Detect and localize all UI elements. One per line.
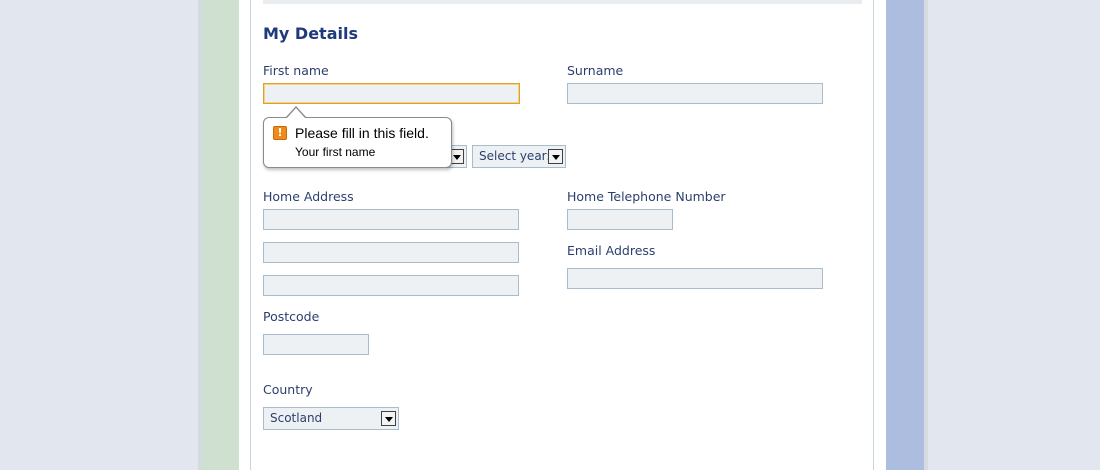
surname-label: Surname bbox=[567, 63, 624, 78]
top-bar bbox=[263, 0, 862, 4]
right-decorative-column bbox=[886, 0, 924, 470]
first-name-input[interactable] bbox=[263, 83, 520, 104]
first-name-label: First name bbox=[263, 63, 329, 78]
form-panel-border bbox=[250, 0, 874, 470]
chevron-down-icon bbox=[548, 149, 563, 164]
home-address-line-3-input[interactable] bbox=[263, 275, 519, 296]
page: My Details First name Surname Select yea… bbox=[0, 0, 1100, 470]
chevron-down-icon bbox=[381, 411, 396, 426]
postcode-label: Postcode bbox=[263, 309, 320, 324]
surname-input[interactable] bbox=[567, 83, 823, 104]
email-input[interactable] bbox=[567, 268, 823, 289]
home-address-label: Home Address bbox=[263, 189, 354, 204]
tooltip-pointer-inner bbox=[287, 108, 305, 118]
home-telephone-input[interactable] bbox=[567, 209, 673, 230]
home-address-line-2-input[interactable] bbox=[263, 242, 519, 263]
dob-year-select-value: Select year: bbox=[479, 149, 551, 163]
home-address-line-1-input[interactable] bbox=[263, 209, 519, 230]
email-label: Email Address bbox=[567, 243, 656, 258]
dob-year-select[interactable]: Select year: bbox=[472, 145, 566, 168]
country-select-value: Scotland bbox=[270, 411, 323, 425]
section-title: My Details bbox=[263, 24, 358, 43]
tooltip-title: Please fill in this field. bbox=[295, 125, 429, 141]
country-select[interactable]: Scotland bbox=[263, 407, 399, 430]
home-telephone-label: Home Telephone Number bbox=[567, 189, 726, 204]
postcode-input[interactable] bbox=[263, 334, 369, 355]
right-shadow bbox=[924, 0, 928, 470]
left-decorative-column bbox=[201, 0, 239, 470]
warning-icon: ! bbox=[273, 126, 287, 140]
tooltip-subtitle: Your first name bbox=[295, 145, 376, 159]
country-label: Country bbox=[263, 382, 313, 397]
